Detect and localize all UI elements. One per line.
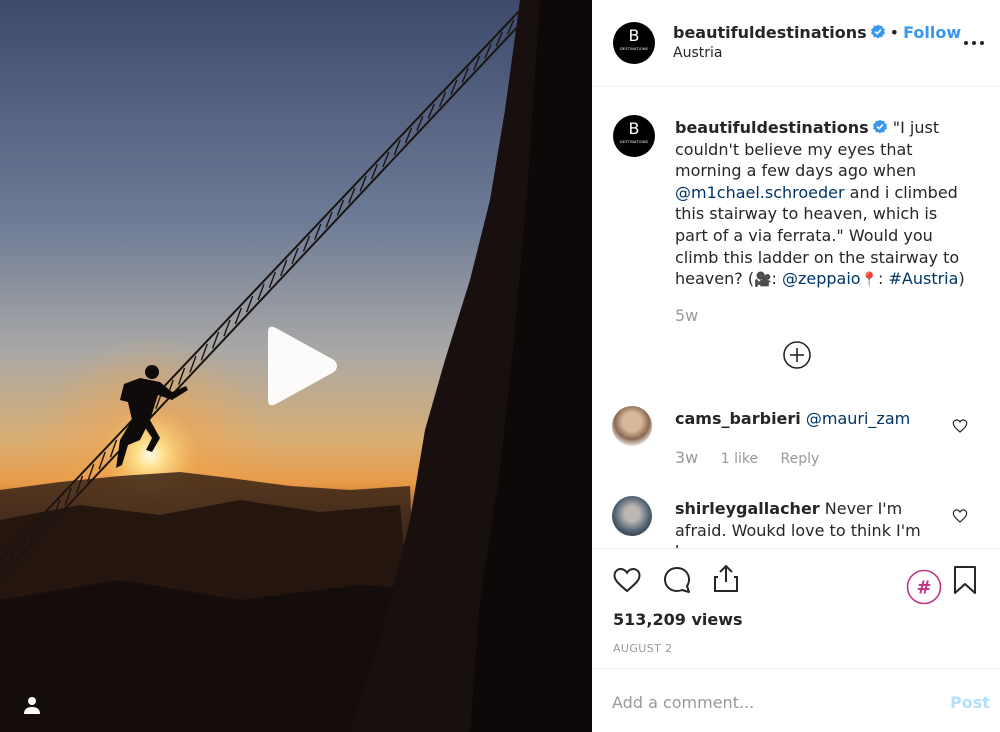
comment-meta: 3w 1 like Reply	[675, 448, 837, 467]
camera-emoji-icon: 🎥	[754, 272, 772, 289]
more-options-icon[interactable]	[962, 34, 986, 52]
post-video[interactable]	[0, 0, 592, 732]
caption-mention[interactable]: @zeppaio	[782, 269, 861, 288]
comment-mention[interactable]: @mauri_zam	[806, 409, 910, 428]
comment-composer: Post	[592, 668, 1000, 732]
caption-text: )	[958, 269, 965, 289]
follow-button[interactable]: Follow	[903, 23, 961, 42]
avatar-sub-label: DESTINATIONS	[619, 140, 649, 144]
bookmark-icon[interactable]	[950, 565, 980, 595]
commenter-avatar[interactable]	[612, 406, 652, 446]
comment-input[interactable]	[612, 691, 912, 713]
post-header: B DESTINATIONS beautifuldestinations • Fo…	[592, 0, 1000, 87]
comments-list[interactable]: B DESTINATIONS beautifuldestinations "I …	[592, 88, 1000, 548]
comment-like-heart-icon[interactable]	[952, 508, 968, 524]
commenter-avatar[interactable]	[612, 496, 652, 536]
post-actions: # 513,209 views AUGUST 2	[592, 548, 1000, 668]
comment-like-heart-icon[interactable]	[952, 418, 968, 434]
comment-time-ago: 3w	[675, 448, 699, 467]
plus-circle-icon[interactable]	[782, 340, 812, 370]
author-avatar[interactable]: B DESTINATIONS	[613, 22, 655, 64]
commenter-username[interactable]: shirleygallacher	[675, 499, 820, 518]
avatar-sub-label: DESTINATIONS	[619, 47, 649, 51]
caption-hashtag[interactable]: #Austria	[889, 269, 959, 288]
post-comment-button[interactable]: Post	[950, 693, 990, 712]
play-icon[interactable]	[262, 324, 340, 408]
comment-likes-count[interactable]: 1 like	[721, 451, 758, 467]
commenter-username[interactable]: cams_barbieri	[675, 409, 801, 428]
post-caption: beautifuldestinations "I just couldn't b…	[675, 117, 975, 292]
caption-mention[interactable]: @m1chael.schroeder	[675, 183, 845, 202]
reply-button[interactable]: Reply	[781, 451, 820, 467]
post-side-panel: B DESTINATIONS beautifuldestinations • Fo…	[592, 0, 1000, 732]
avatar-letter: B	[628, 26, 640, 45]
avatar-letter: B	[628, 119, 640, 138]
author-username[interactable]: beautifuldestinations	[673, 23, 867, 42]
heart-icon[interactable]	[612, 565, 642, 595]
user-tag-icon[interactable]	[20, 694, 44, 718]
caption-time-ago: 5w	[675, 306, 699, 325]
share-icon[interactable]	[711, 563, 741, 593]
verified-badge-icon	[870, 24, 885, 39]
hashtag-icon[interactable]: #	[906, 569, 942, 605]
svg-text:#: #	[916, 578, 931, 599]
header-separator: •	[889, 23, 900, 42]
caption-author-avatar[interactable]: B DESTINATIONS	[613, 115, 655, 157]
header-user-line: beautifuldestinations • Follow	[673, 23, 961, 42]
verified-badge-icon	[872, 119, 887, 134]
comment-text: cams_barbieri @mauri_zam	[675, 408, 945, 430]
caption-username[interactable]: beautifuldestinations	[675, 118, 869, 137]
comment-bubble-icon[interactable]	[662, 565, 692, 595]
post-date: AUGUST 2	[613, 642, 673, 655]
post-location[interactable]: Austria	[673, 45, 722, 61]
comment-text: shirleygallacher Never I'm afraid. Woukd…	[675, 498, 945, 548]
caption-text: :	[878, 269, 889, 289]
caption-text: :	[771, 269, 782, 289]
pin-emoji-icon: 📍	[860, 272, 879, 289]
view-count[interactable]: 513,209 views	[613, 610, 743, 629]
